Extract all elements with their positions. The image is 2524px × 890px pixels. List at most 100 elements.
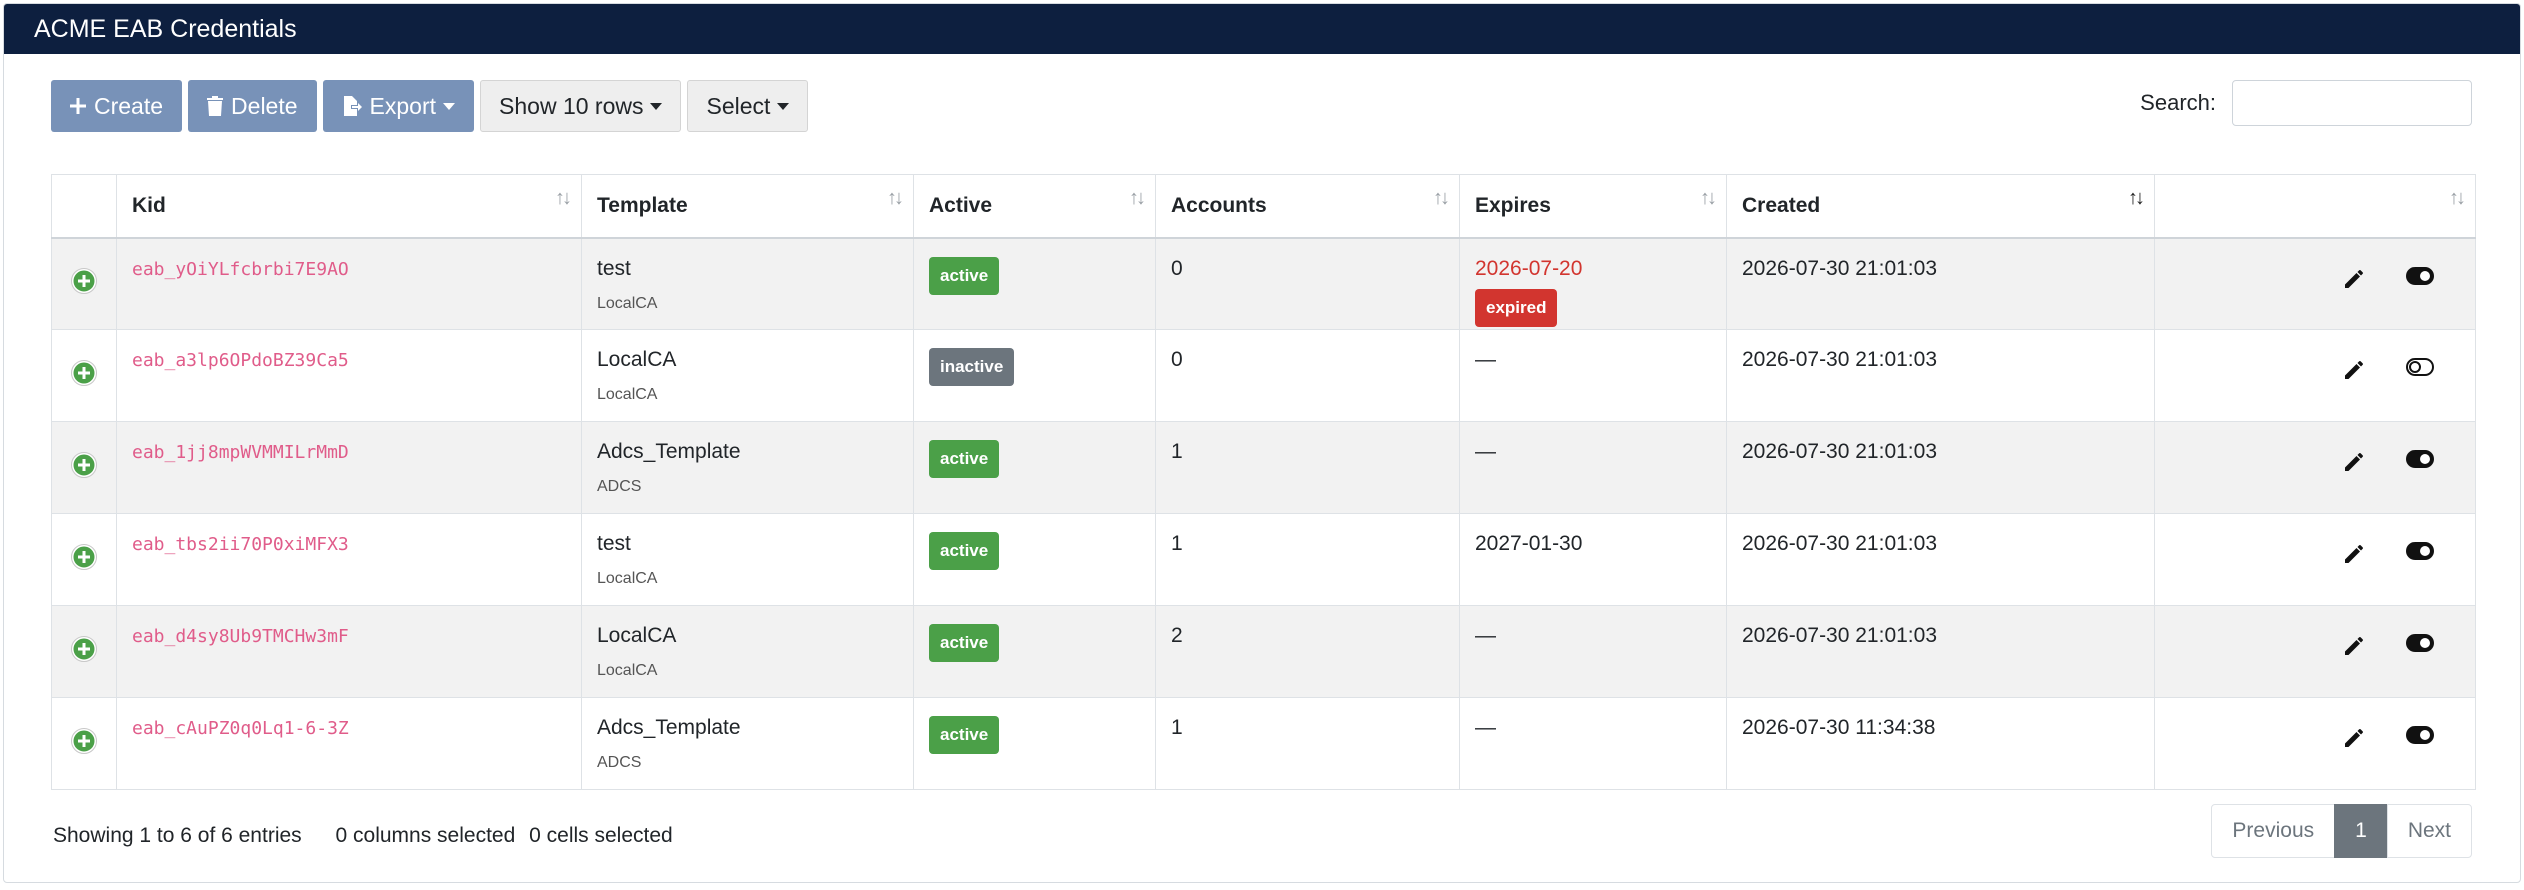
kid-value: eab_d4sy8Ub9TMCHw3mF xyxy=(132,626,349,647)
created-cell: 2026-07-30 21:01:03 xyxy=(1726,605,2155,698)
sort-desc-icon: ↑↓ xyxy=(2128,187,2145,209)
actions-cell xyxy=(2154,329,2476,422)
status-badge: active xyxy=(929,440,1000,478)
page-1-button[interactable]: 1 xyxy=(2334,804,2388,858)
active-cell: active xyxy=(913,513,1156,606)
expires-cell: — xyxy=(1459,329,1727,422)
search-input[interactable] xyxy=(2232,80,2472,126)
created-cell: 2026-07-30 21:01:03 xyxy=(1726,237,2155,330)
export-button[interactable]: Export xyxy=(322,80,475,132)
create-button[interactable]: Create xyxy=(51,80,183,132)
table-row[interactable]: eab_a3lp6OPdoBZ39Ca5 LocalCA LocalCA ina… xyxy=(51,329,2476,422)
created-cell: 2026-07-30 11:34:38 xyxy=(1726,697,2155,790)
actions-cell xyxy=(2154,237,2476,330)
table-info: Showing 1 to 6 of 6 entries 0 columns se… xyxy=(53,824,701,848)
show-rows-button[interactable]: Show 10 rows xyxy=(480,80,682,132)
pencil-icon[interactable] xyxy=(2342,450,2366,480)
kid-value: eab_yOiYLfcbrbi7E9AO xyxy=(132,258,349,280)
ca-value: LocalCA xyxy=(597,386,658,403)
table-row[interactable]: eab_1jj8mpWVMMILrMmD Adcs_Template ADCS … xyxy=(51,421,2476,514)
ca-value: LocalCA xyxy=(597,294,658,312)
table-row[interactable]: eab_cAuPZ0q0Lq1-6-3Z Adcs_Template ADCS … xyxy=(51,697,2476,790)
accounts-cell: 0 xyxy=(1155,237,1460,330)
accounts-cell: 1 xyxy=(1155,513,1460,606)
select-button[interactable]: Select xyxy=(687,80,809,132)
toggle-icon[interactable] xyxy=(2406,542,2434,572)
col-header-expires[interactable]: Expires ↑↓ xyxy=(1459,174,1727,239)
col-header-accounts[interactable]: Accounts ↑↓ xyxy=(1155,174,1460,239)
col-header-created[interactable]: Created ↑↓ xyxy=(1726,174,2155,239)
table-row[interactable]: eab_d4sy8Ub9TMCHw3mF LocalCA LocalCA act… xyxy=(51,605,2476,698)
plus-circle-icon[interactable] xyxy=(71,451,97,478)
created-value: 2026-07-30 21:01:03 xyxy=(1742,256,1937,280)
delete-label: Delete xyxy=(231,92,298,119)
toggle-icon[interactable] xyxy=(2406,266,2434,297)
pencil-icon[interactable] xyxy=(2342,634,2366,664)
ca-value: ADCS xyxy=(597,478,642,495)
plus-circle-icon[interactable] xyxy=(71,543,97,570)
sort-icon: ↑↓ xyxy=(2449,187,2466,209)
active-cell: inactive xyxy=(913,329,1156,422)
actions-cell xyxy=(2154,605,2476,698)
active-cell: active xyxy=(913,421,1156,514)
table-row[interactable]: eab_yOiYLfcbrbi7E9AO test LocalCA active… xyxy=(51,237,2476,330)
eab-credentials-panel: ACME EAB Credentials Create Delete Expor… xyxy=(3,3,2521,883)
ca-value: LocalCA xyxy=(597,662,658,679)
status-badge: active xyxy=(929,624,1000,662)
toggle-icon[interactable] xyxy=(2406,726,2434,756)
created-value: 2026-07-30 21:01:03 xyxy=(1742,440,1937,463)
toggle-icon[interactable] xyxy=(2406,450,2434,480)
accounts-value: 0 xyxy=(1171,256,1183,280)
template-value: LocalCA xyxy=(597,348,677,371)
row-control-cell[interactable] xyxy=(51,237,117,330)
col-header-actions[interactable]: ↑↓ xyxy=(2154,174,2476,239)
ca-value: LocalCA xyxy=(597,570,658,587)
created-cell: 2026-07-30 21:01:03 xyxy=(1726,329,2155,422)
pencil-icon[interactable] xyxy=(2342,267,2366,297)
previous-page-button[interactable]: Previous xyxy=(2211,804,2336,858)
toggle-icon[interactable] xyxy=(2406,634,2434,664)
expires-cell: 2027-01-30 xyxy=(1459,513,1727,606)
template-cell: LocalCA LocalCA xyxy=(581,605,914,698)
expires-value: 2026-07-20 xyxy=(1475,256,1583,280)
export-icon xyxy=(342,96,362,116)
kid-cell: eab_tbs2ii70P0xiMFX3 xyxy=(116,513,582,606)
next-page-button[interactable]: Next xyxy=(2386,804,2472,858)
kid-value: eab_cAuPZ0q0Lq1-6-3Z xyxy=(132,718,349,739)
trash-icon xyxy=(207,96,224,116)
col-control-header xyxy=(51,174,117,239)
show-rows-label: Show 10 rows xyxy=(499,92,644,119)
template-value: Adcs_Template xyxy=(597,716,741,739)
accounts-cell: 2 xyxy=(1155,605,1460,698)
delete-button[interactable]: Delete xyxy=(188,80,317,132)
accounts-value: 1 xyxy=(1171,716,1183,739)
col-header-template[interactable]: Template ↑↓ xyxy=(581,174,914,239)
plus-circle-icon[interactable] xyxy=(71,635,97,662)
status-badge: active xyxy=(929,532,1000,570)
table-row[interactable]: eab_tbs2ii70P0xiMFX3 test LocalCA active… xyxy=(51,513,2476,606)
select-label: Select xyxy=(706,92,771,119)
row-control-cell[interactable] xyxy=(51,513,117,606)
pencil-icon[interactable] xyxy=(2342,726,2366,756)
row-control-cell[interactable] xyxy=(51,421,117,514)
kid-cell: eab_d4sy8Ub9TMCHw3mF xyxy=(116,605,582,698)
toggle-icon[interactable] xyxy=(2406,358,2434,388)
plus-circle-icon[interactable] xyxy=(71,359,97,386)
row-control-cell[interactable] xyxy=(51,329,117,422)
row-control-cell[interactable] xyxy=(51,697,117,790)
create-label: Create xyxy=(94,92,164,119)
entries-info: Showing 1 to 6 of 6 entries xyxy=(53,824,302,847)
plus-circle-icon[interactable] xyxy=(71,267,97,294)
col-header-active[interactable]: Active ↑↓ xyxy=(913,174,1156,239)
pencil-icon[interactable] xyxy=(2342,542,2366,572)
row-control-cell[interactable] xyxy=(51,605,117,698)
chevron-down-icon xyxy=(443,102,456,110)
plus-circle-icon[interactable] xyxy=(71,727,97,754)
panel-header: ACME EAB Credentials xyxy=(4,4,2520,54)
created-value: 2026-07-30 11:34:38 xyxy=(1742,716,1936,739)
pencil-icon[interactable] xyxy=(2342,358,2366,388)
col-header-kid[interactable]: Kid ↑↓ xyxy=(116,174,582,239)
status-badge: active xyxy=(929,716,1000,754)
active-cell: active xyxy=(913,605,1156,698)
actions-cell xyxy=(2154,697,2476,790)
